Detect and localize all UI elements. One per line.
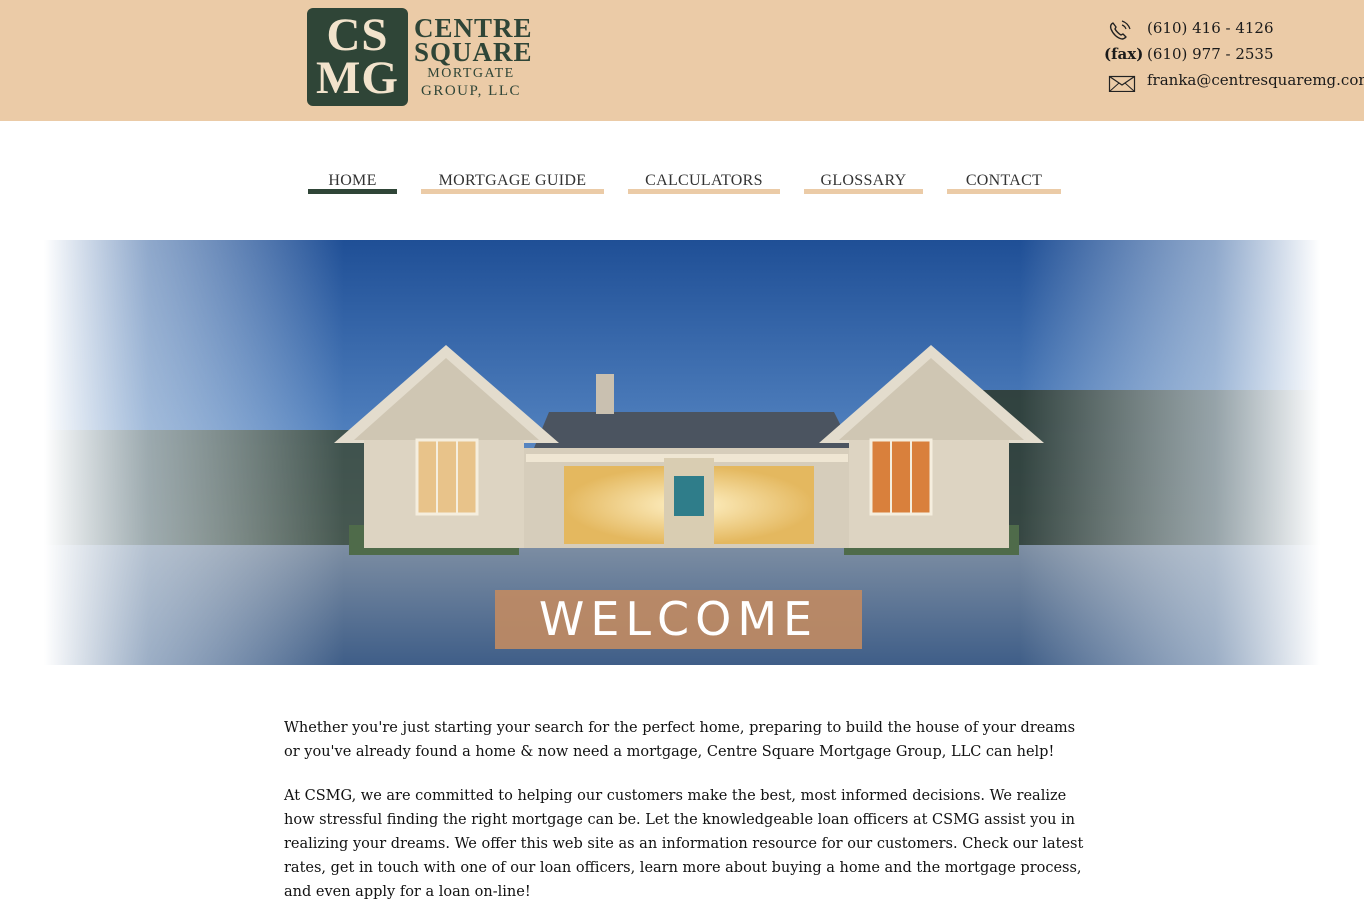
logo-name-line3: MORTGATE bbox=[427, 66, 515, 81]
phone-number[interactable]: (610) 416 - 4126 bbox=[1147, 18, 1274, 38]
nav-contact[interactable]: CONTACT bbox=[947, 172, 1061, 194]
fax-label: (fax) bbox=[1104, 45, 1144, 63]
fax-number: (610) 977 - 2535 bbox=[1147, 45, 1274, 63]
site-logo[interactable]: CS MG CENTRE SQUARE MORTGATE GROUP, LLC bbox=[307, 8, 533, 106]
nav-calculators[interactable]: CALCULATORS bbox=[628, 172, 780, 194]
nav-home[interactable]: HOME bbox=[308, 172, 397, 194]
intro-paragraph: Whether you're just starting your search… bbox=[284, 720, 1076, 760]
site-header: CS MG CENTRE SQUARE MORTGATE GROUP, LLC … bbox=[0, 0, 1364, 121]
nav-mortgage-guide[interactable]: MORTGAGE GUIDE bbox=[421, 172, 604, 194]
logo-name-line2: SQUARE bbox=[414, 37, 533, 67]
welcome-banner: WELCOME bbox=[495, 590, 862, 649]
logo-name-line4: GROUP, LLC bbox=[420, 83, 521, 99]
logo-monogram-bottom: MG bbox=[316, 52, 399, 104]
nav-glossary[interactable]: GLOSSARY bbox=[804, 172, 923, 194]
envelope-icon bbox=[1104, 70, 1144, 93]
logo-monogram-box: CS MG bbox=[307, 8, 408, 106]
phone-icon bbox=[1104, 18, 1144, 40]
email-link[interactable]: franka@centresquaremg.com bbox=[1147, 70, 1364, 90]
about-paragraph: At CSMG, we are committed to helping our… bbox=[284, 788, 1084, 900]
